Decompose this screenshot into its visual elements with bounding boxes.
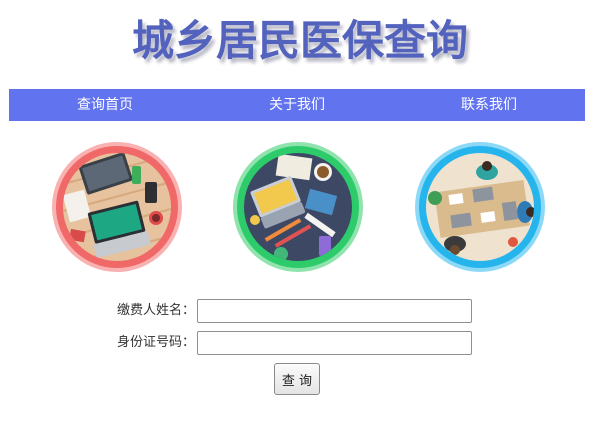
nav-bar: 查询首页 关于我们 联系我们	[9, 89, 585, 121]
id-number-input[interactable]	[197, 331, 472, 355]
phone	[145, 182, 157, 203]
nav-item-about[interactable]: 关于我们	[201, 89, 393, 121]
page-title: 城乡居民医保查询	[131, 16, 468, 65]
payer-name-input[interactable]	[197, 299, 472, 323]
workspace-tools-illustration	[233, 142, 363, 272]
paper-note	[275, 153, 313, 181]
coffee	[317, 166, 329, 178]
office-desk-illustration	[52, 142, 182, 272]
coffee	[152, 214, 160, 222]
nav-item-contact[interactable]: 联系我们	[393, 89, 585, 121]
laptop-1	[472, 186, 494, 203]
team-meeting-illustration	[415, 142, 545, 272]
payer-name-label: 缴费人姓名：	[116, 303, 195, 318]
chair	[508, 237, 518, 247]
paper-1	[448, 193, 464, 205]
plant	[428, 191, 442, 205]
lamp	[250, 215, 260, 225]
laptop-2	[501, 201, 519, 221]
query-button[interactable]: 查 询	[274, 363, 320, 395]
id-number-label: 身份证号码：	[116, 335, 195, 350]
green-bottle	[132, 166, 141, 184]
laptop-3	[450, 212, 472, 229]
nav-item-home[interactable]: 查询首页	[9, 89, 201, 121]
person-top-head	[482, 161, 492, 171]
paper-2	[480, 211, 496, 223]
